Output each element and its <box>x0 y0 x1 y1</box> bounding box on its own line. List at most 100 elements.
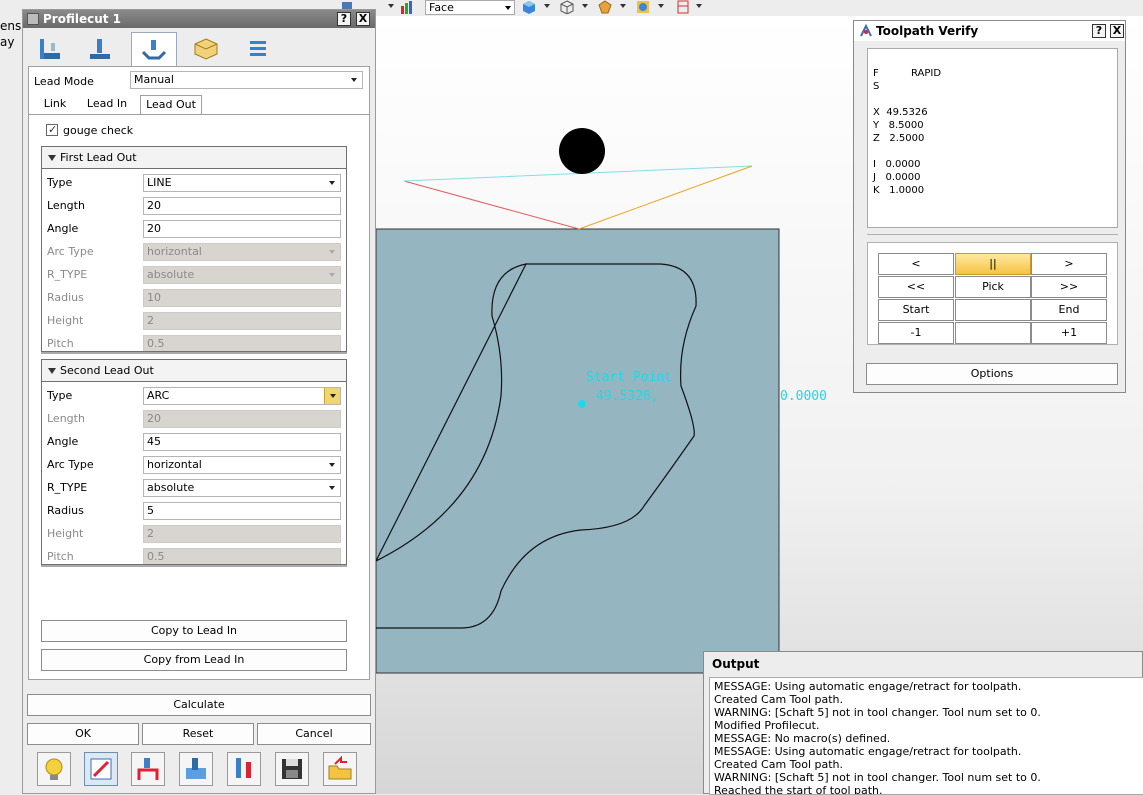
section-icon[interactable] <box>676 0 690 14</box>
field-label: Length <box>47 412 85 425</box>
start-point-label: Start Point <box>586 370 672 385</box>
first-lead-out-header[interactable]: First Lead Out <box>42 147 346 169</box>
fast-forward-button[interactable]: >> <box>1031 276 1107 298</box>
dialog-titlebar[interactable]: Profilecut 1 ? X <box>23 10 375 28</box>
field-input[interactable]: 20 <box>143 220 341 238</box>
readout-y: Y 8.5000 <box>873 120 924 131</box>
second-lead-out-group: Second Lead Out Type ARC Length 20 Angle 45 Ar… <box>41 359 347 567</box>
copy-from-lead-in-button[interactable]: Copy from Lead In <box>41 649 347 671</box>
field-select[interactable]: LINE <box>143 174 341 192</box>
field-label: R_TYPE <box>47 268 88 281</box>
chevron-down-icon[interactable] <box>324 388 340 404</box>
output-title: Output <box>712 657 760 671</box>
field-select[interactable]: ARC <box>143 387 341 405</box>
help-button[interactable]: ? <box>1092 24 1106 38</box>
lead-mode-value: Manual <box>134 73 174 86</box>
close-button[interactable]: X <box>1110 24 1124 38</box>
field-select[interactable]: horizontal <box>143 456 341 474</box>
verify-titlebar[interactable]: Toolpath Verify ? X <box>854 21 1125 41</box>
stock-icon <box>194 37 218 60</box>
pause-button[interactable]: || <box>955 253 1031 275</box>
chevron-down-icon <box>329 181 335 185</box>
tab-parameters[interactable] <box>235 32 281 65</box>
cancel-button[interactable]: Cancel <box>257 723 371 745</box>
copy-to-lead-in-button[interactable]: Copy to Lead In <box>41 620 347 642</box>
fast-back-button[interactable]: << <box>878 276 954 298</box>
export-button[interactable] <box>323 752 357 786</box>
reset-button[interactable]: Reset <box>142 723 254 745</box>
blank-button[interactable] <box>955 299 1031 321</box>
simulate-button[interactable] <box>179 752 213 786</box>
log-line: MESSAGE: No macro(s) defined. <box>714 732 891 745</box>
verify-controls: < || > << Pick >> Start End -1 +1 <box>867 242 1118 345</box>
field-label: Type <box>47 176 73 189</box>
minus-one-button[interactable]: -1 <box>878 322 954 344</box>
end-button[interactable]: End <box>1031 299 1107 321</box>
calculate-button[interactable]: Calculate <box>27 694 371 716</box>
output-log[interactable]: MESSAGE: Using automatic engage/retract … <box>709 677 1143 795</box>
tab-stock[interactable] <box>183 32 229 65</box>
tools-button[interactable] <box>227 752 261 786</box>
ok-button[interactable]: OK <box>27 723 139 745</box>
gouge-check-label: gouge check <box>63 124 134 137</box>
field-label: Arc Type <box>47 458 94 471</box>
pick-button[interactable]: Pick <box>955 276 1031 298</box>
toolbar-dropdown-icon[interactable] <box>620 4 626 8</box>
field-input[interactable]: 45 <box>143 433 341 451</box>
tip-button[interactable] <box>37 752 71 786</box>
field-input[interactable]: 20 <box>143 197 341 215</box>
field-label: Height <box>47 527 84 540</box>
field-input[interactable]: 5 <box>143 502 341 520</box>
parameters-icon <box>250 40 266 56</box>
toolbar-dropdown-icon[interactable] <box>544 4 550 8</box>
log-line: Modified Profilecut. <box>714 719 820 732</box>
toolbar-dropdown-icon[interactable] <box>696 4 702 8</box>
tab-setup[interactable] <box>27 32 73 65</box>
toolpath-verify-dialog: Toolpath Verify ? X F RAPID S X 49.5326 … <box>853 20 1126 393</box>
tab-leads[interactable] <box>131 32 177 66</box>
chevron-down-icon <box>351 78 357 82</box>
start-point-marker <box>578 400 586 408</box>
toolbar-dropdown-icon[interactable] <box>658 4 664 8</box>
field-input: 2 <box>143 312 341 330</box>
lead-mode-label: Lead Mode <box>34 75 94 88</box>
subtab-link[interactable]: Link <box>37 95 73 115</box>
options-button[interactable]: Options <box>866 363 1118 385</box>
second-lead-out-header[interactable]: Second Lead Out <box>42 360 346 382</box>
toolbar-dropdown-icon[interactable] <box>388 4 394 8</box>
toolbar-dropdown-icon[interactable] <box>582 4 588 8</box>
save-button[interactable] <box>275 752 309 786</box>
view-orient-icon[interactable] <box>598 0 612 14</box>
help-button[interactable]: ? <box>337 12 351 26</box>
render-icon[interactable] <box>636 0 650 14</box>
step-forward-button[interactable]: > <box>1031 253 1107 275</box>
subtab-lead-out[interactable]: Lead Out <box>140 95 202 115</box>
leads-panel: Lead Mode Manual Link Lead In Lead Out g… <box>28 66 370 680</box>
field-value: absolute <box>147 481 195 494</box>
wireframe-cube-icon[interactable] <box>560 0 574 14</box>
field-select[interactable]: absolute <box>143 479 341 497</box>
face-select[interactable]: Face <box>425 0 515 15</box>
gouge-check-checkbox[interactable] <box>46 123 58 136</box>
field-label: Radius <box>47 291 84 304</box>
readout-s-label: S <box>873 81 880 92</box>
toolpath-button[interactable] <box>131 752 165 786</box>
edit-button[interactable] <box>84 752 118 786</box>
chart-bars-icon[interactable] <box>400 0 414 14</box>
operation-tabs <box>27 32 371 66</box>
lead-mode-select[interactable]: Manual <box>130 71 363 89</box>
group-bottom-bar <box>41 564 347 567</box>
shaded-cube-icon[interactable] <box>522 0 536 14</box>
chevron-down-icon <box>329 250 335 254</box>
start-button[interactable]: Start <box>878 299 954 321</box>
blank-button[interactable] <box>955 322 1031 344</box>
output-panel: Output MESSAGE: Using automatic engage/r… <box>703 651 1143 795</box>
export-icon <box>328 756 352 780</box>
step-back-button[interactable]: < <box>878 253 954 275</box>
tab-tool[interactable] <box>77 32 123 65</box>
leads-icon <box>141 39 167 59</box>
profilecut-dialog: Profilecut 1 ? X Lead Mode Manual Link L… <box>22 9 376 794</box>
close-button[interactable]: X <box>356 12 370 26</box>
subtab-lead-in[interactable]: Lead In <box>81 95 133 115</box>
plus-one-button[interactable]: +1 <box>1031 322 1107 344</box>
